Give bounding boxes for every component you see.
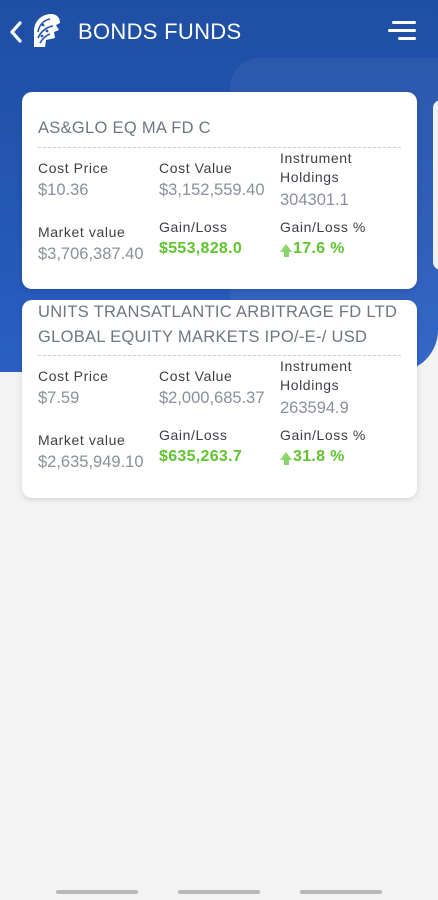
up-arrow-icon: [280, 452, 292, 465]
market-value-label: Market value: [38, 432, 126, 448]
cost-price-label: Cost Price: [38, 368, 109, 384]
menu-bar-middle: [388, 29, 416, 32]
fund-card[interactable]: UNITS TRANSATLANTIC ARBITRAGE FD LTD GLO…: [22, 300, 417, 498]
brand-logo-icon: [34, 14, 60, 47]
menu-button[interactable]: [388, 18, 420, 44]
gain-loss-label: Gain/Loss: [159, 427, 228, 443]
holdings-value: 304301.1: [280, 191, 349, 209]
holdings-label: Instrument Holdings: [280, 150, 353, 185]
page-title: BONDS FUNDS: [78, 19, 242, 44]
chevron-left-icon: [10, 21, 22, 43]
gain-loss-label: Gain/Loss: [159, 219, 228, 235]
top-bar: BONDS FUNDS: [0, 0, 438, 62]
holdings-value: 263594.9: [280, 399, 349, 417]
fund-name: AS&GLO EQ MA FD C: [38, 119, 211, 137]
back-button[interactable]: [6, 18, 26, 46]
fund-name: UNITS TRANSATLANTIC ARBITRAGE FD LTD GLO…: [38, 303, 398, 346]
gain-loss-pct: 31.8 %: [280, 447, 345, 467]
cost-price-label: Cost Price: [38, 160, 109, 176]
fund-card[interactable]: AS&GLO EQ MA FD C Cost Price $10.36 Cost…: [22, 92, 417, 289]
menu-bar-top: [392, 21, 416, 24]
market-value-value: $3,706,387.40: [38, 245, 144, 263]
card-divider: [38, 147, 401, 148]
cost-value-value: $3,152,559.40: [159, 181, 265, 199]
next-card-peek[interactable]: [433, 100, 438, 270]
cost-value-label: Cost Value: [159, 160, 233, 176]
cost-value-value: $2,000,685.37: [159, 389, 265, 407]
gain-loss-pct-label: Gain/Loss %: [280, 219, 366, 235]
gain-loss-pct-label: Gain/Loss %: [280, 427, 366, 443]
gain-loss-pct: 17.6 %: [280, 239, 345, 259]
market-value-value: $2,635,949.10: [38, 453, 144, 471]
cost-price-value: $10.36: [38, 181, 89, 199]
nav-gesture-bar-center[interactable]: [178, 890, 260, 894]
cost-value-label: Cost Value: [159, 368, 233, 384]
gain-loss-value: $553,828.0: [159, 240, 243, 257]
cost-price-value: $7.59: [38, 389, 80, 407]
holdings-label: Instrument Holdings: [280, 358, 353, 393]
market-value-label: Market value: [38, 224, 126, 240]
gain-loss-pct-value: 31.8 %: [293, 448, 345, 465]
menu-bar-bottom: [398, 37, 416, 40]
nav-gesture-bar-right[interactable]: [300, 890, 382, 894]
card-divider: [38, 355, 401, 356]
gain-loss-pct-value: 17.6 %: [293, 240, 345, 257]
nav-gesture-bar-left[interactable]: [56, 890, 138, 894]
up-arrow-icon: [280, 244, 292, 257]
gain-loss-value: $635,263.7: [159, 448, 243, 465]
